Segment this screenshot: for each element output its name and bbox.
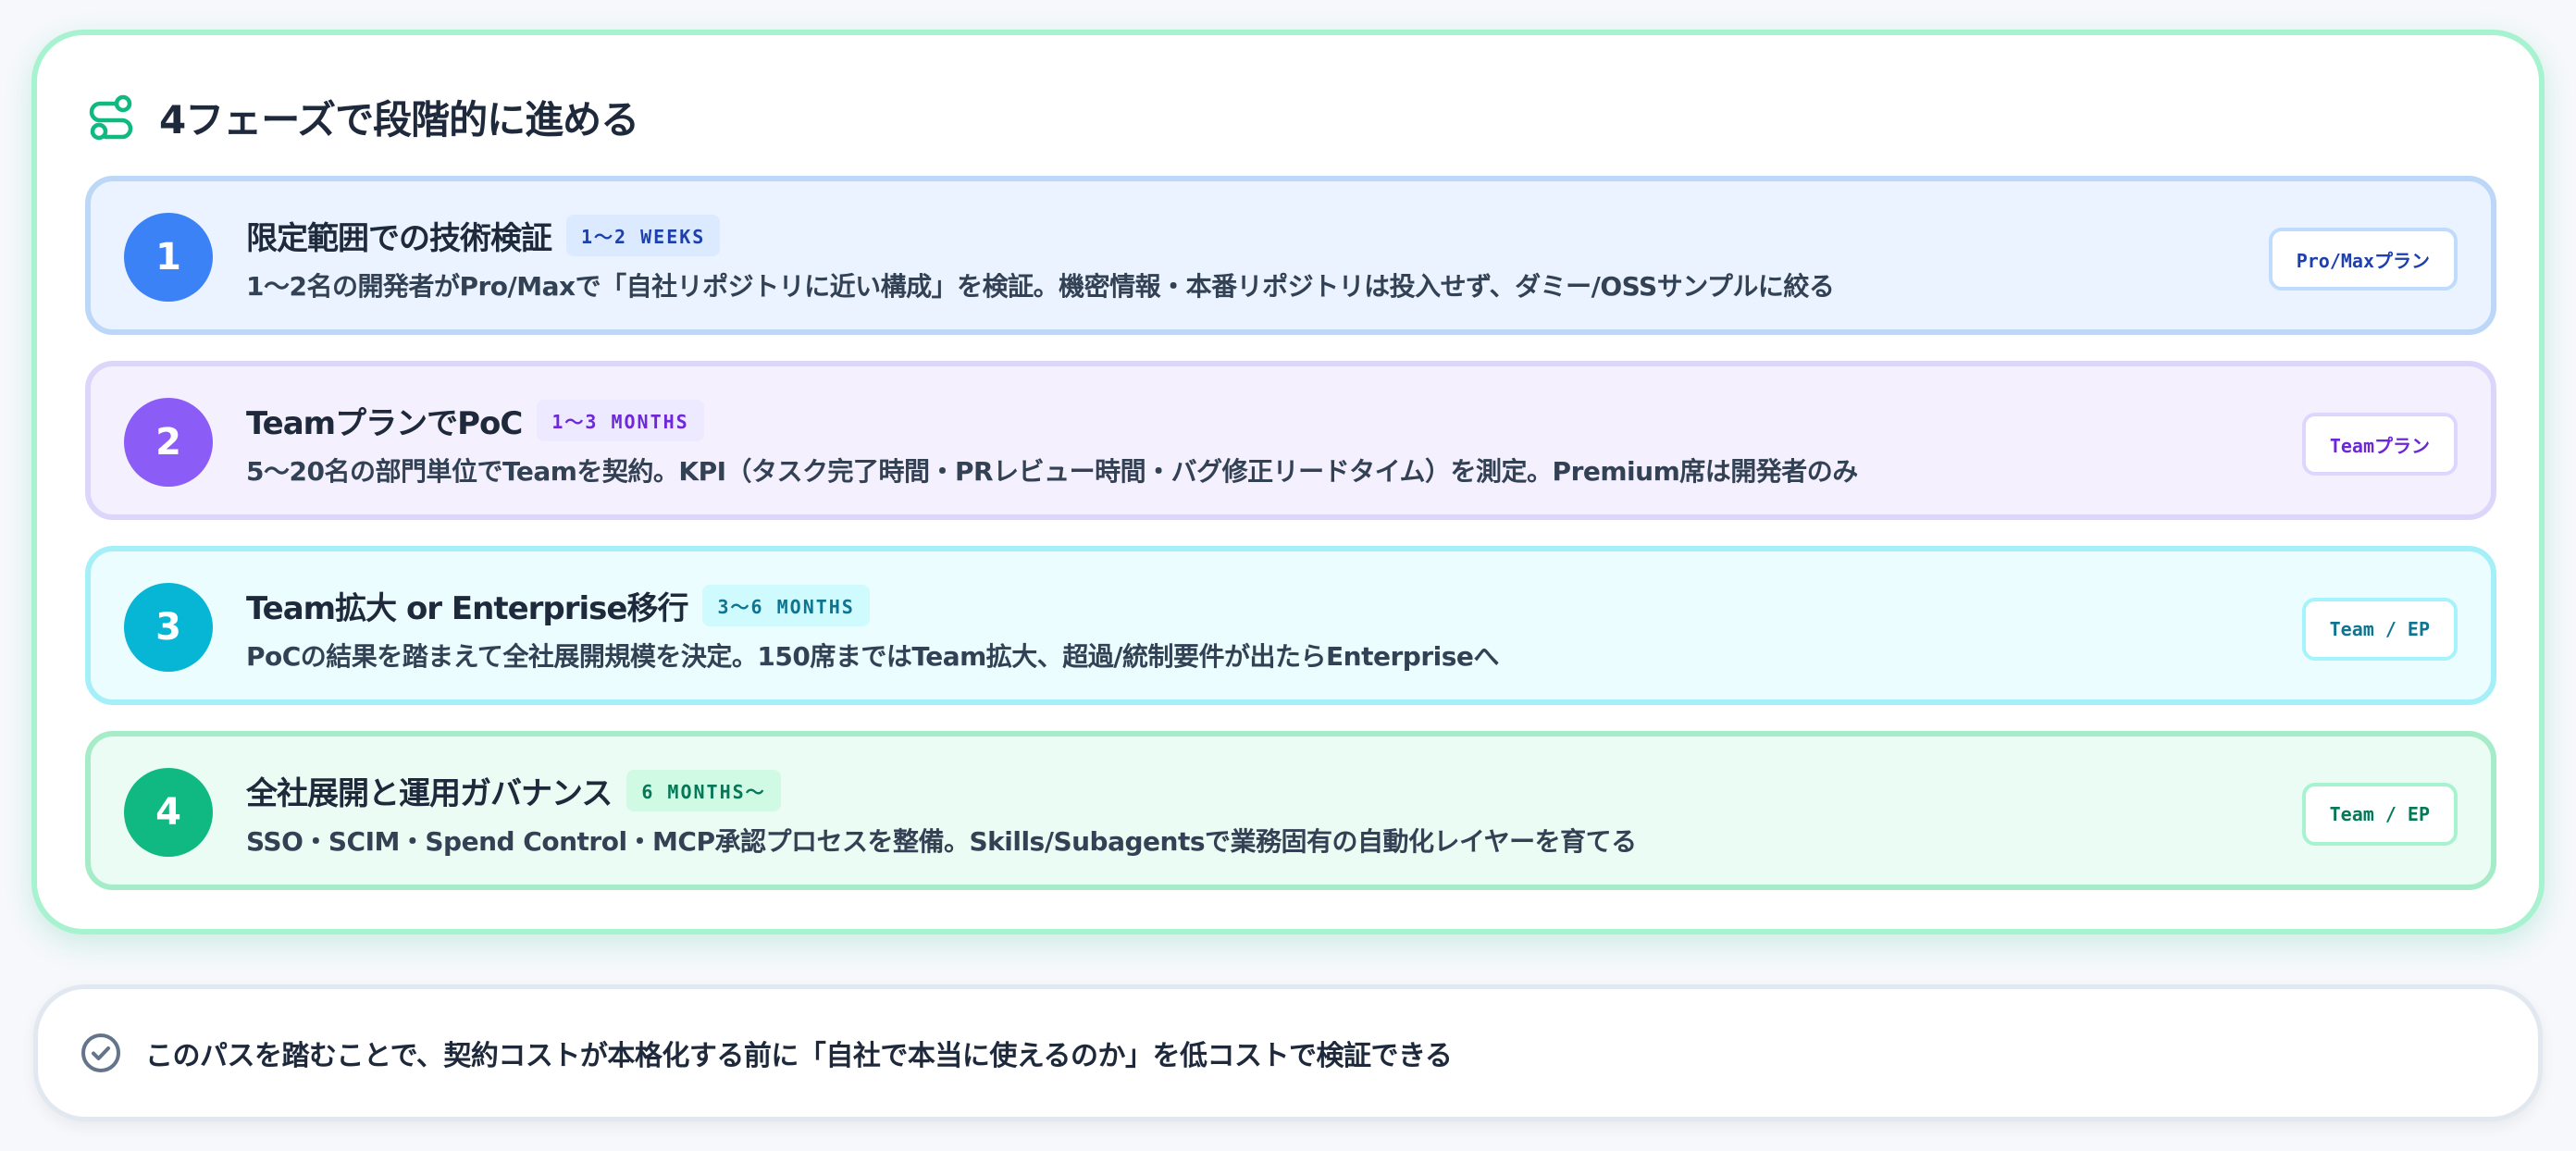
card-header: 4フェーズで段階的に進める [85,89,639,145]
duration-badge: 3〜6 MONTHS [702,584,870,626]
page-title: 4フェーズで段階的に進める [159,97,639,142]
route-icon [89,94,133,140]
phase-description: 5〜20名の部門単位でTeamを契約。KPI（タスク完了時間・PRレビュー時間・… [246,456,1858,487]
phase-description: PoCの結果を踏まえて全社展開規模を決定。150席まではTeam拡大、超過/統制… [246,641,1499,672]
phase-text: TeamプランでPoC 1〜3 MONTHS 5〜20名の部門単位でTeamを契… [246,398,1858,489]
phase-title-row: Team拡大 or Enterprise移行 3〜6 MONTHS [246,583,1499,627]
plan-badge: Team / EP [2301,598,2458,661]
phase-title: Team拡大 or Enterprise移行 [246,589,688,627]
phase-card-4: 4 全社展開と運用ガバナンス 6 MONTHS〜 SSO・SCIM・Spend … [85,731,2496,890]
phase-text: Team拡大 or Enterprise移行 3〜6 MONTHS PoCの結果… [246,583,1499,674]
plan-badge: Team / EP [2301,783,2458,846]
phase-number: 1 [124,213,213,302]
phase-number: 2 [124,398,213,487]
phase-title: TeamプランでPoC [246,404,523,442]
summary-note: このパスを踏むことで、契約コストが本格化する前に「自社で本当に使えるのか」を低コ… [33,984,2543,1121]
phase-title: 全社展開と運用ガバナンス [246,774,613,812]
phase-text: 全社展開と運用ガバナンス 6 MONTHS〜 SSO・SCIM・Spend Co… [246,768,1637,859]
phase-title: 限定範囲での技術検証 [246,219,552,257]
phase-card-3: 3 Team拡大 or Enterprise移行 3〜6 MONTHS PoCの… [85,546,2496,705]
phase-title-row: TeamプランでPoC 1〜3 MONTHS [246,398,1858,442]
plan-badge: Pro/Maxプラン [2268,228,2458,291]
phase-title-row: 全社展開と運用ガバナンス 6 MONTHS〜 [246,768,1637,812]
duration-badge: 6 MONTHS〜 [626,769,781,811]
phase-card-2: 2 TeamプランでPoC 1〜3 MONTHS 5〜20名の部門単位でTeam… [85,361,2496,520]
phase-description: 1〜2名の開発者がPro/Maxで「自社リポジトリに近い構成」を検証。機密情報・… [246,271,1835,302]
duration-badge: 1〜2 WEEKS [566,214,721,256]
phase-title-row: 限定範囲での技術検証 1〜2 WEEKS [246,213,1834,257]
phase-text: 限定範囲での技術検証 1〜2 WEEKS 1〜2名の開発者がPro/Maxで「自… [246,213,1835,303]
summary-text: このパスを踏むことで、契約コストが本格化する前に「自社で本当に使えるのか」を低コ… [145,1040,1453,1072]
check-circle-icon [81,1033,120,1072]
phase-number: 4 [124,768,213,857]
duration-badge: 1〜3 MONTHS [537,399,704,441]
phase-card-1: 1 限定範囲での技術検証 1〜2 WEEKS 1〜2名の開発者がPro/Maxで… [85,176,2496,335]
phases-card: 4フェーズで段階的に進める 1 限定範囲での技術検証 1〜2 WEEKS 1〜2… [31,30,2545,934]
plan-badge: Teamプラン [2301,413,2458,476]
phase-number: 3 [124,583,213,672]
phase-description: SSO・SCIM・Spend Control・MCP承認プロセスを整備。Skil… [246,826,1637,857]
